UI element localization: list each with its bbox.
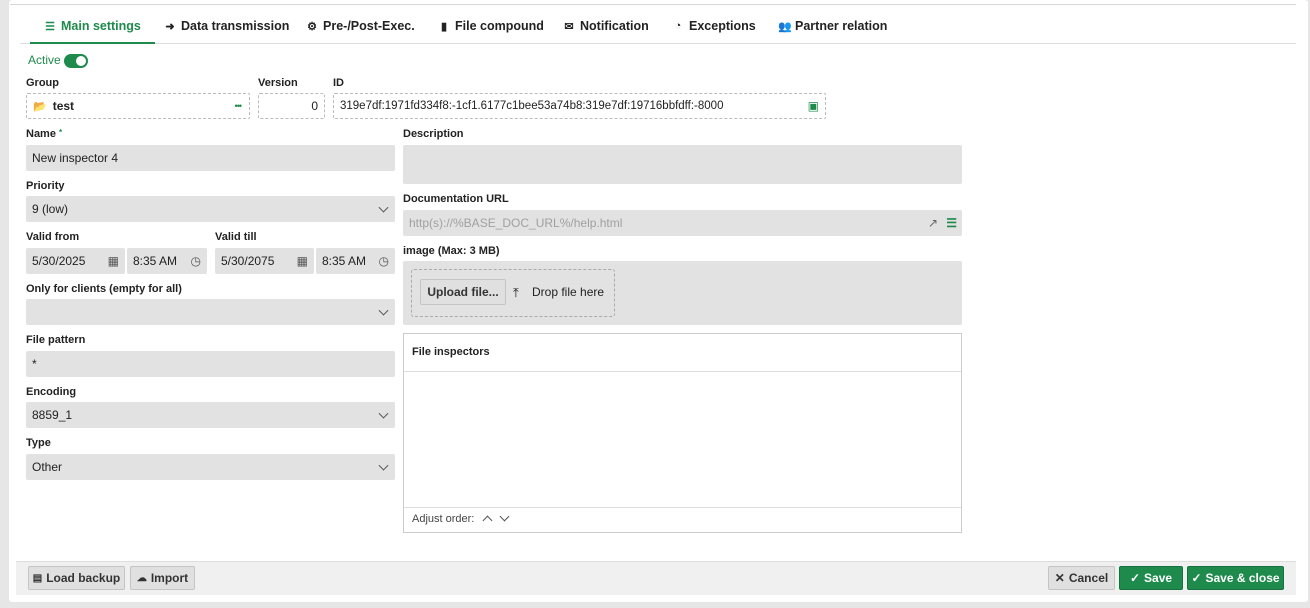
version-label: Version bbox=[258, 77, 298, 89]
envelope-icon: ✉ bbox=[564, 20, 574, 33]
import-button[interactable]: ☁ Import bbox=[130, 566, 195, 590]
priority-select[interactable]: 9 (low) bbox=[26, 196, 395, 222]
id-label: ID bbox=[333, 77, 344, 89]
description-label: Description bbox=[403, 128, 464, 140]
menu-icon[interactable]: ☰ bbox=[946, 216, 957, 230]
clock-icon[interactable]: ◷ bbox=[379, 254, 389, 268]
encoding-label: Encoding bbox=[26, 386, 77, 398]
id-field[interactable]: 319e7df:1971fd334f8:-1cf1.6177c1bee53a74… bbox=[333, 93, 826, 119]
encoding-select[interactable]: 8859_1 bbox=[26, 402, 395, 428]
version-field[interactable]: 0 bbox=[258, 93, 325, 119]
divider bbox=[404, 371, 961, 372]
image-upload-area: Upload file... ⤒ Drop file here bbox=[403, 261, 962, 325]
users-icon: 👥 bbox=[778, 20, 792, 33]
chevron-down-icon bbox=[378, 305, 389, 316]
load-backup-button[interactable]: ▤ Load backup bbox=[28, 566, 125, 590]
doc-url-label: Documentation URL bbox=[403, 193, 509, 205]
clients-select[interactable] bbox=[26, 299, 395, 325]
active-label: Active bbox=[28, 53, 61, 67]
chevron-down-icon bbox=[378, 202, 389, 213]
tab-data-transmission[interactable]: ➜ Data transmission bbox=[164, 10, 289, 42]
check-icon: ✓ bbox=[1129, 571, 1141, 585]
file-pattern-input[interactable]: * bbox=[26, 351, 395, 377]
close-icon: ✕ bbox=[1054, 571, 1065, 585]
clients-label: Only for clients (empty for all) bbox=[26, 283, 182, 295]
valid-from-time[interactable]: 8:35 AM ◷ bbox=[127, 248, 207, 274]
archive-icon: ▤ bbox=[32, 572, 43, 584]
clock-icon[interactable]: ◷ bbox=[191, 254, 201, 268]
type-label: Type bbox=[26, 437, 51, 449]
doc-url-input[interactable]: http(s)://%BASE_DOC_URL%/help.html ↗ ☰ bbox=[403, 210, 962, 236]
adjust-order-label: Adjust order: bbox=[412, 513, 475, 525]
upload-icon: ⤒ bbox=[513, 285, 519, 300]
divider bbox=[10, 4, 1296, 5]
upload-file-button[interactable]: Upload file... bbox=[420, 279, 506, 305]
valid-till-label: Valid till bbox=[215, 231, 257, 243]
valid-from-label: Valid from bbox=[26, 231, 80, 243]
chevron-down-icon bbox=[378, 408, 389, 419]
calendar-icon[interactable]: ▦ bbox=[108, 254, 119, 268]
tab-exceptions[interactable]: ◔ Exceptions bbox=[672, 10, 756, 42]
arrow-right-icon: ➜ bbox=[165, 20, 175, 33]
file-inspectors-title: File inspectors bbox=[412, 346, 490, 358]
valid-till-date[interactable]: 5/30/2075 ▦ bbox=[215, 248, 314, 274]
valid-till-time[interactable]: 8:35 AM ◷ bbox=[316, 248, 395, 274]
list-icon: ☰ bbox=[45, 20, 55, 33]
tab-file-compound[interactable]: ▮ File compound bbox=[438, 10, 544, 42]
cloud-upload-icon: ☁ bbox=[136, 572, 147, 584]
priority-label: Priority bbox=[26, 180, 65, 192]
image-label: image (Max: 3 MB) bbox=[403, 245, 500, 257]
save-button[interactable]: ✓ Save bbox=[1119, 566, 1183, 590]
chevron-down-icon[interactable] bbox=[499, 511, 510, 522]
clock-icon: ◔ bbox=[674, 20, 682, 32]
check-icon: ✓ bbox=[1191, 571, 1202, 585]
chevron-up-icon[interactable] bbox=[482, 515, 493, 526]
copy-icon[interactable]: ▣ bbox=[808, 99, 819, 113]
save-close-button[interactable]: ✓ Save & close bbox=[1187, 566, 1284, 590]
group-label: Group bbox=[26, 77, 59, 89]
group-value: test bbox=[52, 99, 75, 113]
description-input[interactable] bbox=[403, 145, 962, 184]
name-label: Name * bbox=[26, 128, 63, 140]
drop-file-label: Drop file here bbox=[532, 285, 605, 299]
more-icon[interactable]: ••• bbox=[235, 101, 243, 111]
tab-bar: ☰ Main settings ➜ Data transmission ⚙ Pre-/… bbox=[20, 10, 1296, 44]
valid-from-date[interactable]: 5/30/2025 ▦ bbox=[26, 248, 125, 274]
file-inspectors-panel: File inspectors Adjust order: bbox=[403, 333, 962, 533]
gears-icon: ⚙ bbox=[307, 20, 317, 33]
file-icon: ▮ bbox=[440, 20, 448, 33]
tab-main-settings[interactable]: ☰ Main settings bbox=[30, 10, 155, 44]
file-pattern-label: File pattern bbox=[26, 334, 86, 346]
tab-pre-post-exec[interactable]: ⚙ Pre-/Post-Exec. bbox=[306, 10, 415, 42]
cancel-button[interactable]: ✕ Cancel bbox=[1048, 566, 1115, 590]
folder-icon: 📂 bbox=[33, 100, 47, 113]
type-select[interactable]: Other bbox=[26, 454, 395, 480]
tab-partner-relation[interactable]: 👥 Partner relation bbox=[778, 10, 887, 42]
calendar-icon[interactable]: ▦ bbox=[297, 254, 308, 268]
external-link-icon[interactable]: ↗ bbox=[928, 216, 938, 230]
tab-notification[interactable]: ✉ Notification bbox=[563, 10, 648, 42]
name-input[interactable]: New inspector 4 bbox=[26, 145, 395, 171]
active-toggle[interactable] bbox=[64, 54, 88, 68]
divider bbox=[404, 507, 961, 508]
group-field[interactable]: 📂 test ••• bbox=[26, 93, 250, 119]
chevron-down-icon bbox=[378, 460, 389, 471]
